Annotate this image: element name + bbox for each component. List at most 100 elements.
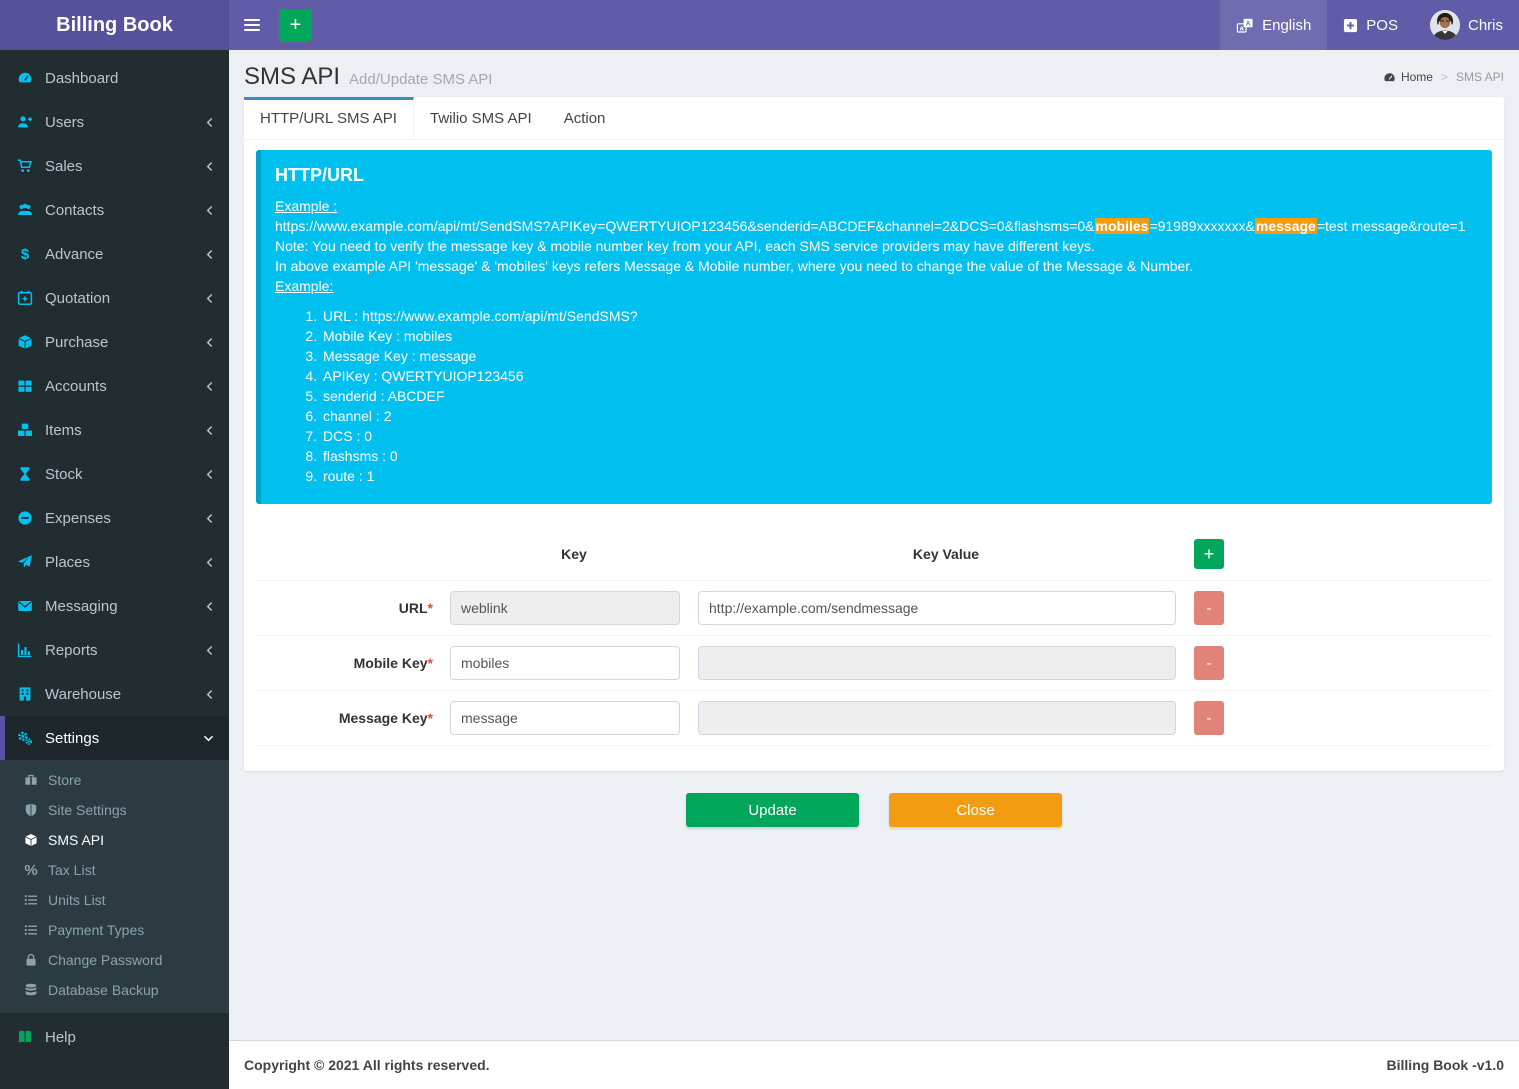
example-link-2[interactable]: Example: [275,278,333,294]
chevron-left-icon [205,425,214,436]
sidebar-item-users[interactable]: Users [0,100,229,144]
key-column-header: Key [450,546,698,562]
plus-square-icon [1343,18,1358,33]
top-navbar: Billing Book + a A English [0,0,1519,50]
form-header-row: Key Key Value + [256,529,1492,581]
http-url-callout: HTTP/URL Example : https://www.example.c… [256,150,1492,504]
sidebar-subitem-label: Units List [48,892,106,908]
url-key-input[interactable] [450,591,680,625]
sidebar-item-label: Help [45,1029,76,1046]
breadcrumb-home-link[interactable]: Home [1383,70,1433,84]
remove-row-button[interactable]: - [1194,701,1224,735]
page-title: SMS API Add/Update SMS API [244,63,492,91]
remove-row-button[interactable]: - [1194,646,1224,680]
required-asterisk: * [428,710,433,726]
footer: Copyright © 2021 All rights reserved. Bi… [229,1040,1519,1089]
chevron-left-icon [205,293,214,304]
callout-note-2: In above example API 'message' & 'mobile… [275,256,1472,276]
sidebar-subitem-payment-types[interactable]: Payment Types [0,915,229,945]
example-link[interactable]: Example : [275,198,337,214]
sidebar-item-label: Quotation [45,290,110,307]
message-key-label: Message Key* [256,710,450,726]
table-icon [15,378,35,394]
close-button[interactable]: Close [889,793,1062,827]
mobile-value-input[interactable] [698,646,1176,680]
sidebar-subitem-database-backup[interactable]: Database Backup [0,975,229,1005]
bar-chart-icon [15,642,35,658]
sidebar-toggle-button[interactable] [229,0,275,50]
sidebar-item-stock[interactable]: Stock [0,452,229,496]
brand-logo[interactable]: Billing Book [0,0,229,50]
sidebar-item-places[interactable]: Places [0,540,229,584]
update-button[interactable]: Update [686,793,859,827]
sidebar-item-dashboard[interactable]: Dashboard [0,56,229,100]
sidebar-subitem-change-password[interactable]: Change Password [0,945,229,975]
user-menu[interactable]: Chris [1414,0,1519,50]
sidebar-item-sales[interactable]: Sales [0,144,229,188]
tab-bar: HTTP/URL SMS API Twilio SMS API Action [244,97,1504,140]
sidebar-subitem-label: Database Backup [48,982,159,998]
sidebar-item-warehouse[interactable]: Warehouse [0,672,229,716]
sidebar-subitem-tax-list[interactable]: % Tax List [0,855,229,885]
sidebar-item-label: Contacts [45,202,104,219]
key-value-column-header: Key Value [698,546,1194,562]
sidebar-item-settings[interactable]: Settings [0,716,229,760]
sidebar-item-help[interactable]: Help [0,1015,229,1059]
sidebar-item-expenses[interactable]: Expenses [0,496,229,540]
content-header: SMS API Add/Update SMS API Home > SMS AP… [229,50,1519,91]
sidebar-item-label: Dashboard [45,70,118,87]
form-row-mobile-key: Mobile Key* - [256,636,1492,691]
language-label: English [1262,17,1311,34]
sidebar-item-messaging[interactable]: Messaging [0,584,229,628]
url-value-input[interactable] [698,591,1176,625]
calendar-plus-icon [15,290,35,306]
user-name: Chris [1468,17,1503,34]
add-row-button[interactable]: + [1194,539,1224,569]
sms-api-card: HTTP/URL SMS API Twilio SMS API Action H… [244,97,1504,771]
language-icon: a A [1236,18,1254,33]
quick-add-button[interactable]: + [279,9,312,42]
pos-button[interactable]: POS [1327,0,1414,50]
sidebar-subitem-store[interactable]: Store [0,765,229,795]
sidebar-item-items[interactable]: Items [0,408,229,452]
form-row-url: URL* - [256,581,1492,636]
message-value-input[interactable] [698,701,1176,735]
required-asterisk: * [428,600,433,616]
tab-http-url-sms-api[interactable]: HTTP/URL SMS API [244,97,414,139]
mobile-key-input[interactable] [450,646,680,680]
svg-text:A: A [1246,20,1251,27]
sidebar-item-reports[interactable]: Reports [0,628,229,672]
minus-circle-icon [15,510,35,526]
chevron-left-icon [205,469,214,480]
sidebar-item-contacts[interactable]: Contacts [0,188,229,232]
envelope-icon [15,598,35,614]
sidebar-item-accounts[interactable]: Accounts [0,364,229,408]
list-item: flashsms : 0 [321,446,1472,466]
list-item: APIKey : QWERTYUIOP123456 [321,366,1472,386]
sidebar-item-advance[interactable]: $ Advance [0,232,229,276]
chevron-left-icon [205,161,214,172]
sidebar-subitem-label: Tax List [48,862,95,878]
sidebar-item-label: Purchase [45,334,108,351]
tab-twilio-sms-api[interactable]: Twilio SMS API [414,97,548,139]
breadcrumb: Home > SMS API [1383,70,1504,84]
sidebar-subitem-sms-api[interactable]: SMS API [0,825,229,855]
chevron-left-icon [205,601,214,612]
lock-icon [22,953,40,967]
chevron-left-icon [205,117,214,128]
svg-text:a: a [1240,25,1244,32]
tab-action[interactable]: Action [548,97,622,139]
language-menu[interactable]: a A English [1220,0,1327,50]
sidebar-subitem-site-settings[interactable]: Site Settings [0,795,229,825]
key-value-form: Key Key Value + URL* - [256,529,1492,746]
sidebar-subitem-units-list[interactable]: Units List [0,885,229,915]
chevron-down-icon [203,734,214,743]
message-key-input[interactable] [450,701,680,735]
sidebar: Dashboard Users Sales Contacts $ Advance [0,50,229,1089]
chevron-left-icon [205,249,214,260]
sidebar-item-quotation[interactable]: Quotation [0,276,229,320]
shield-icon [22,803,40,817]
sidebar-item-purchase[interactable]: Purchase [0,320,229,364]
chevron-left-icon [205,381,214,392]
remove-row-button[interactable]: - [1194,591,1224,625]
